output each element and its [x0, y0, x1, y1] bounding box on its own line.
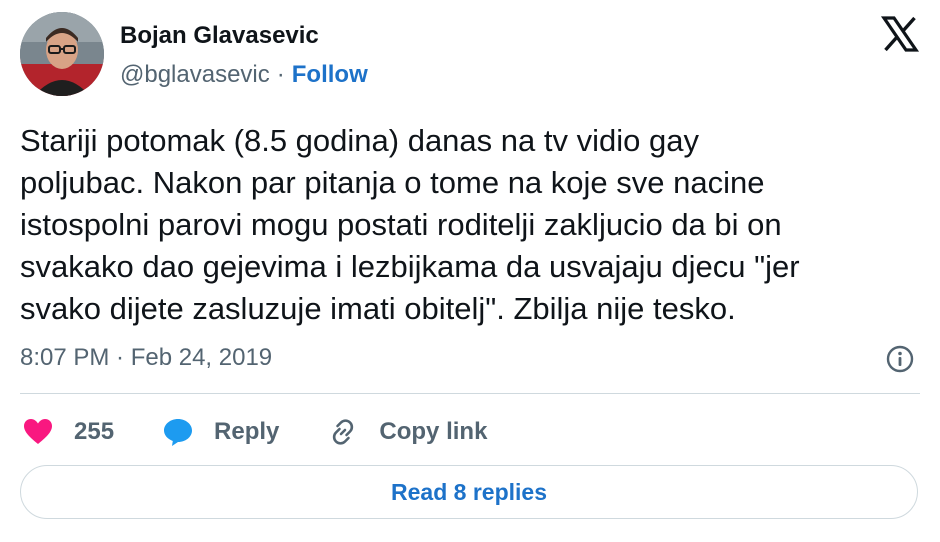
- reply-label: Reply: [214, 418, 280, 445]
- read-replies-label: Read 8 replies: [391, 478, 547, 505]
- separator-dot: ·: [276, 61, 285, 88]
- copy-link-button[interactable]: Copy link: [327, 416, 487, 448]
- link-icon: [333, 419, 354, 445]
- speech-bubble-icon: [164, 419, 193, 446]
- actions-divider: [20, 393, 920, 394]
- x-logo-icon[interactable]: [880, 14, 920, 54]
- like-count: 255: [74, 418, 115, 445]
- reply-button[interactable]: Reply: [162, 416, 279, 448]
- author-avatar[interactable]: [20, 12, 104, 96]
- read-replies-button[interactable]: Read 8 replies: [20, 465, 918, 519]
- avatar-photo: [20, 12, 104, 96]
- info-icon[interactable]: [885, 344, 915, 374]
- author-handle[interactable]: @bglavasevic: [120, 61, 270, 89]
- follow-button[interactable]: Follow: [292, 61, 368, 89]
- author-handle-row: @bglavasevic · Follow: [120, 61, 368, 89]
- tweet-actions: 255 Reply Copy link: [22, 410, 487, 454]
- tweet-text: Stariji potomak (8.5 godina) danas na tv…: [20, 123, 800, 326]
- like-button[interactable]: 255: [22, 416, 114, 448]
- heart-icon: [24, 419, 52, 444]
- author-name[interactable]: Bojan Glavasevic: [120, 22, 319, 50]
- tweet-timestamp[interactable]: 8:07 PM · Feb 24, 2019: [20, 344, 272, 372]
- copy-link-label: Copy link: [379, 418, 488, 445]
